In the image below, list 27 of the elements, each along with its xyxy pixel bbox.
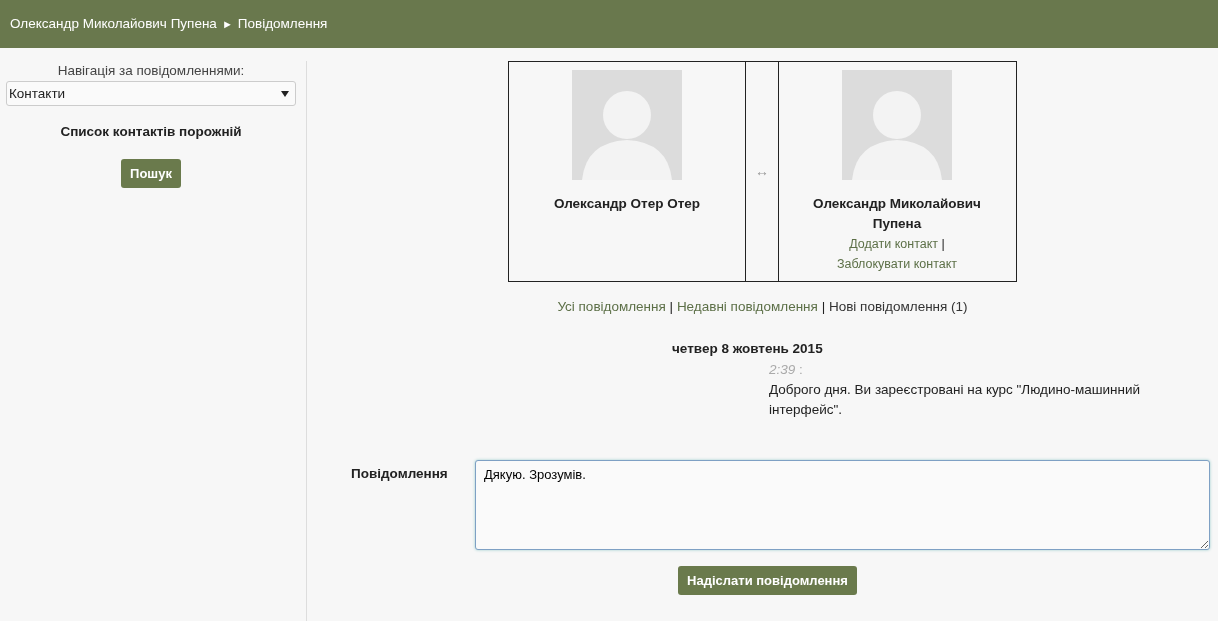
link-separator: | [941,237,945,251]
avatar-icon [842,70,952,180]
history-tab[interactable]: Усі повідомлення [557,299,666,314]
breadcrumb-link[interactable]: Повідомлення [237,13,328,35]
message-input[interactable]: Дякую. Зрозумів. [475,459,1210,550]
empty-contacts-text: Список контактів порожній [59,123,243,142]
participant-name: Олександр Миколайович Пупена [812,195,982,233]
message-time: 2:39 [769,361,796,377]
history-tab[interactable]: Недавні повідомлення [676,299,818,314]
caret-icon [281,90,289,97]
message-date: четвер 8 жовтень 2015 [672,340,824,359]
contacts-select[interactable]: Контакти [6,81,296,107]
link-separator: | [669,299,674,314]
history-tab[interactable]: Нові повідомлення (1) [828,299,968,314]
breadcrumb-separator: ► [221,16,233,32]
participant-name: Олександр Отер Отер [553,195,701,213]
navigation-label: Навігація за повідомленнями: [56,62,246,80]
avatar-icon [572,70,682,180]
link-separator: | [821,299,826,314]
breadcrumb-link[interactable]: Олександр Миколайович Пупена [10,13,217,35]
contact-action-link[interactable]: Додати контакт [849,237,938,251]
message-text: Доброго дня. Ви зареєстровані на курс "Людино-машинний інтерфейс". [769,380,1142,419]
time-separator: : [799,361,803,377]
message-label: Повідомлення [351,464,449,483]
contact-action-link[interactable]: Заблокувати контакт [836,257,957,271]
search-button[interactable]: Пошук [121,158,181,188]
send-button[interactable]: Надіслати повідомлення [678,565,857,595]
